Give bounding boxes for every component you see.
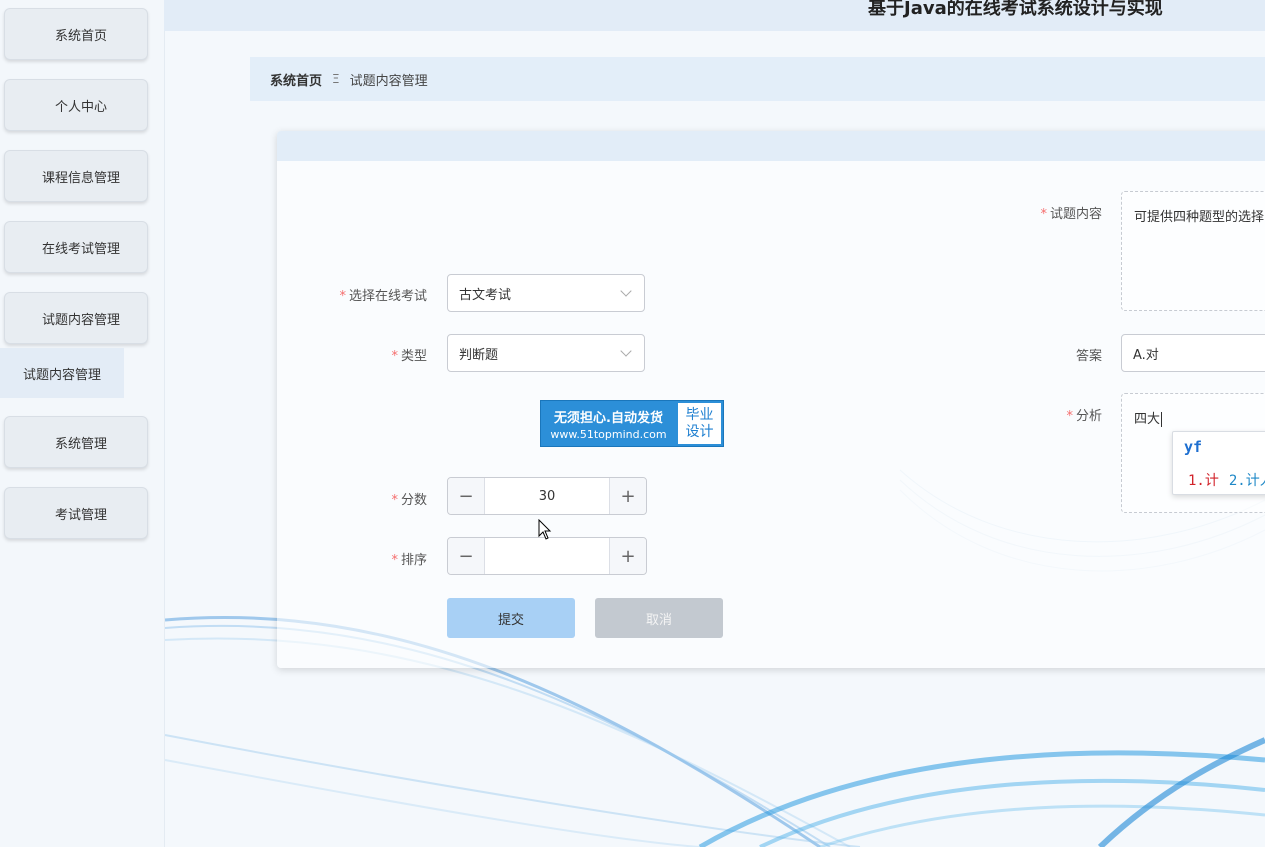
sidebar-subitem-question-content[interactable]: 试题内容管理 bbox=[0, 348, 124, 398]
advertisement-banner: 无须担心.自动发货 www.51topmind.com 毕业 设计 bbox=[540, 400, 724, 447]
breadcrumb-home[interactable]: 系统首页 bbox=[270, 70, 322, 89]
analysis-label: * 分析 bbox=[1066, 405, 1102, 424]
minus-icon[interactable]: − bbox=[448, 538, 485, 574]
required-mark: * bbox=[391, 349, 398, 364]
sidebar-item-label: 考试管理 bbox=[54, 507, 107, 523]
required-mark: * bbox=[1066, 409, 1073, 424]
analysis-label-text: 分析 bbox=[1075, 409, 1102, 424]
sidebar-item-exam-manage[interactable]: 考试管理 bbox=[4, 487, 148, 539]
content-label: * 试题内容 bbox=[1040, 203, 1102, 222]
text-caret bbox=[1161, 412, 1163, 427]
exam-select[interactable]: 古文考试 bbox=[447, 274, 645, 312]
sidebar-item-profile[interactable]: 个人中心 bbox=[4, 79, 148, 131]
sidebar-item-label: 个人中心 bbox=[54, 99, 107, 115]
score-stepper[interactable]: − 30 + bbox=[447, 477, 647, 515]
minus-icon[interactable]: − bbox=[448, 478, 485, 514]
analysis-text: 四大 bbox=[1134, 412, 1161, 427]
sidebar-item-online-exam[interactable]: 在线考试管理 bbox=[4, 221, 148, 273]
ad-badge-line1: 毕业 bbox=[685, 406, 714, 423]
ime-candidate-2[interactable]: 2.计人 bbox=[1229, 473, 1265, 489]
order-input[interactable] bbox=[485, 538, 609, 574]
required-mark: * bbox=[1040, 207, 1047, 222]
order-label-text: 排序 bbox=[400, 553, 427, 568]
answer-label: 答案 bbox=[1076, 345, 1102, 364]
required-mark: * bbox=[391, 553, 398, 568]
ime-candidates: 1.计 2.计人 bbox=[1188, 470, 1265, 490]
ime-candidate-1[interactable]: 1.计 bbox=[1188, 473, 1219, 489]
sidebar-item-course-info[interactable]: 课程信息管理 bbox=[4, 150, 148, 202]
sidebar-item-label: 在线考试管理 bbox=[41, 241, 120, 257]
app-title: 基于Java的在线考试系统设计与实现 bbox=[868, 0, 1163, 19]
breadcrumb-separator-icon: Ξ bbox=[332, 72, 340, 86]
exam-label-text: 选择在线考试 bbox=[348, 289, 427, 304]
sidebar-item-system[interactable]: 系统管理 bbox=[4, 416, 148, 468]
order-stepper[interactable]: − + bbox=[447, 537, 647, 575]
ime-input-text: yf bbox=[1184, 438, 1203, 456]
sidebar-item-label: 系统管理 bbox=[54, 436, 107, 452]
ad-line1: 无须担心.自动发货 bbox=[554, 410, 663, 426]
chevron-down-icon bbox=[620, 345, 632, 357]
ad-line2: www.51topmind.com bbox=[550, 427, 667, 441]
sidebar: 系统首页 个人中心 课程信息管理 在线考试管理 试题内容管理 试题内容管理 系统… bbox=[0, 0, 165, 847]
score-input[interactable]: 30 bbox=[485, 478, 609, 514]
cancel-button[interactable]: 取消 bbox=[595, 598, 723, 638]
ad-badge: 毕业 设计 bbox=[678, 403, 721, 444]
sidebar-item-question-content[interactable]: 试题内容管理 bbox=[4, 292, 148, 344]
required-mark: * bbox=[391, 493, 398, 508]
answer-input[interactable]: A.对 bbox=[1121, 334, 1265, 372]
score-label: * 分数 bbox=[391, 489, 427, 508]
breadcrumb: 系统首页 Ξ 试题内容管理 bbox=[250, 57, 1265, 101]
top-header: 基于Java的在线考试系统设计与实现 bbox=[164, 0, 1265, 31]
type-label-text: 类型 bbox=[400, 349, 427, 364]
exam-select-value: 古文考试 bbox=[459, 287, 512, 303]
sidebar-item-label: 课程信息管理 bbox=[41, 170, 120, 186]
sidebar-item-label: 系统首页 bbox=[54, 28, 107, 44]
submit-button[interactable]: 提交 bbox=[447, 598, 575, 638]
answer-label-text: 答案 bbox=[1075, 349, 1102, 364]
type-select[interactable]: 判断题 bbox=[447, 334, 645, 372]
exam-select-label: * 选择在线考试 bbox=[339, 285, 427, 304]
form-card: * 选择在线考试 古文考试 * 类型 判断题 无须担心.自动发货 www.51top… bbox=[277, 131, 1265, 668]
form-card-header bbox=[277, 131, 1265, 161]
type-select-label: * 类型 bbox=[391, 345, 427, 364]
plus-icon[interactable]: + bbox=[609, 478, 646, 514]
plus-icon[interactable]: + bbox=[609, 538, 646, 574]
mouse-pointer-icon bbox=[538, 519, 552, 540]
type-select-value: 判断题 bbox=[459, 347, 499, 363]
ime-candidate-window: yf 1.计 2.计人 bbox=[1172, 431, 1265, 495]
content-textarea[interactable]: 可提供四种题型的选择 bbox=[1121, 191, 1265, 311]
content-label-text: 试题内容 bbox=[1049, 207, 1102, 222]
sidebar-item-home[interactable]: 系统首页 bbox=[4, 8, 148, 60]
ad-badge-line2: 设计 bbox=[685, 423, 714, 440]
chevron-down-icon bbox=[620, 285, 632, 297]
breadcrumb-current: 试题内容管理 bbox=[349, 73, 428, 89]
order-label: * 排序 bbox=[391, 549, 427, 568]
sidebar-item-label: 试题内容管理 bbox=[41, 312, 120, 328]
ad-text: 无须担心.自动发货 www.51topmind.com bbox=[541, 401, 676, 446]
required-mark: * bbox=[339, 289, 346, 304]
score-label-text: 分数 bbox=[400, 493, 427, 508]
